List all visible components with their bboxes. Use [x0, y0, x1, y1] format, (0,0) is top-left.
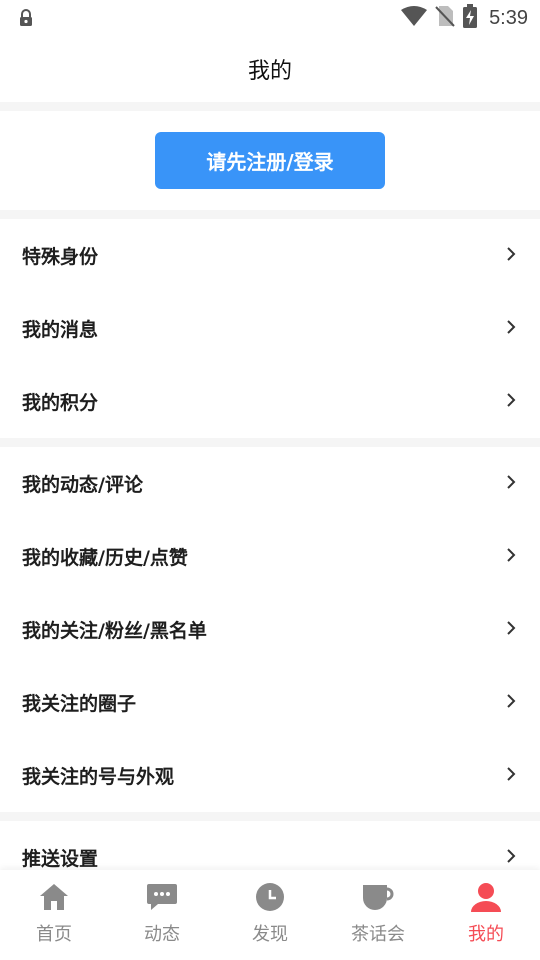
- chevron-right-icon: [506, 246, 516, 266]
- menu-item-label: 我的消息: [22, 319, 99, 341]
- page-title: 我的: [247, 59, 292, 84]
- chevron-right-icon: [506, 693, 516, 713]
- chevron-right-icon: [506, 547, 516, 567]
- chevron-right-icon: [506, 474, 516, 494]
- register-login-button[interactable]: 请先注册/登录: [155, 132, 385, 189]
- tab-mine[interactable]: 我的: [432, 870, 540, 960]
- menu-item-my-messages[interactable]: 我的消息: [0, 292, 540, 365]
- status-time: 5:39: [489, 6, 528, 29]
- menu-group-account: 特殊身份 我的消息 我的积分: [0, 219, 540, 438]
- tab-tea-party[interactable]: 茶话会: [324, 870, 432, 960]
- home-icon: [37, 880, 71, 914]
- wifi-icon: [401, 6, 428, 30]
- menu-item-followed-circles[interactable]: 我关注的圈子: [0, 666, 540, 739]
- chevron-right-icon: [506, 319, 516, 339]
- cup-icon: [361, 880, 395, 914]
- menu-item-posts-comments[interactable]: 我的动态/评论: [0, 447, 540, 520]
- no-sim-icon: [435, 5, 455, 31]
- menu-item-following-fans-blacklist[interactable]: 我的关注/粉丝/黑名单: [0, 593, 540, 666]
- menu-group-activity: 我的动态/评论 我的收藏/历史/点赞 我的关注/粉丝/黑名单 我关注的圈子 我关…: [0, 447, 540, 812]
- tab-label: 我的: [468, 924, 504, 945]
- menu-item-label: 特殊身份: [22, 246, 99, 268]
- menu-item-label: 我的积分: [22, 392, 99, 414]
- menu-item-favorites-history-likes[interactable]: 我的收藏/历史/点赞: [0, 520, 540, 593]
- menu-item-special-identity[interactable]: 特殊身份: [0, 219, 540, 292]
- tab-label: 发现: [252, 924, 288, 945]
- chevron-right-icon: [506, 620, 516, 640]
- clock-icon: [253, 880, 287, 914]
- person-icon: [469, 880, 503, 914]
- menu-item-label: 我的关注/粉丝/黑名单: [22, 620, 207, 642]
- lock-icon: [18, 9, 34, 31]
- menu-item-label: 我的收藏/历史/点赞: [22, 547, 188, 569]
- menu-item-followed-accounts-looks[interactable]: 我关注的号与外观: [0, 739, 540, 812]
- tab-label: 首页: [36, 924, 72, 945]
- tab-label: 动态: [144, 924, 180, 945]
- chevron-right-icon: [506, 848, 516, 868]
- menu-item-my-points[interactable]: 我的积分: [0, 365, 540, 438]
- tab-label: 茶话会: [351, 924, 405, 945]
- menu-item-label: 推送设置: [22, 848, 99, 870]
- bottom-tab-bar: 首页 动态 发现 茶话会 我的: [0, 870, 540, 960]
- menu-item-label: 我的动态/评论: [22, 474, 143, 496]
- login-section: 请先注册/登录: [0, 111, 540, 210]
- chevron-right-icon: [506, 392, 516, 412]
- menu-item-label: 我关注的号与外观: [22, 766, 175, 788]
- title-bar: 我的: [0, 36, 540, 102]
- chevron-right-icon: [506, 766, 516, 786]
- tab-home[interactable]: 首页: [0, 870, 108, 960]
- chat-icon: [145, 880, 179, 914]
- tab-moments[interactable]: 动态: [108, 870, 216, 960]
- battery-charging-icon: [463, 4, 478, 32]
- status-bar: 5:39: [0, 0, 540, 36]
- tab-discover[interactable]: 发现: [216, 870, 324, 960]
- menu-item-label: 我关注的圈子: [22, 693, 137, 715]
